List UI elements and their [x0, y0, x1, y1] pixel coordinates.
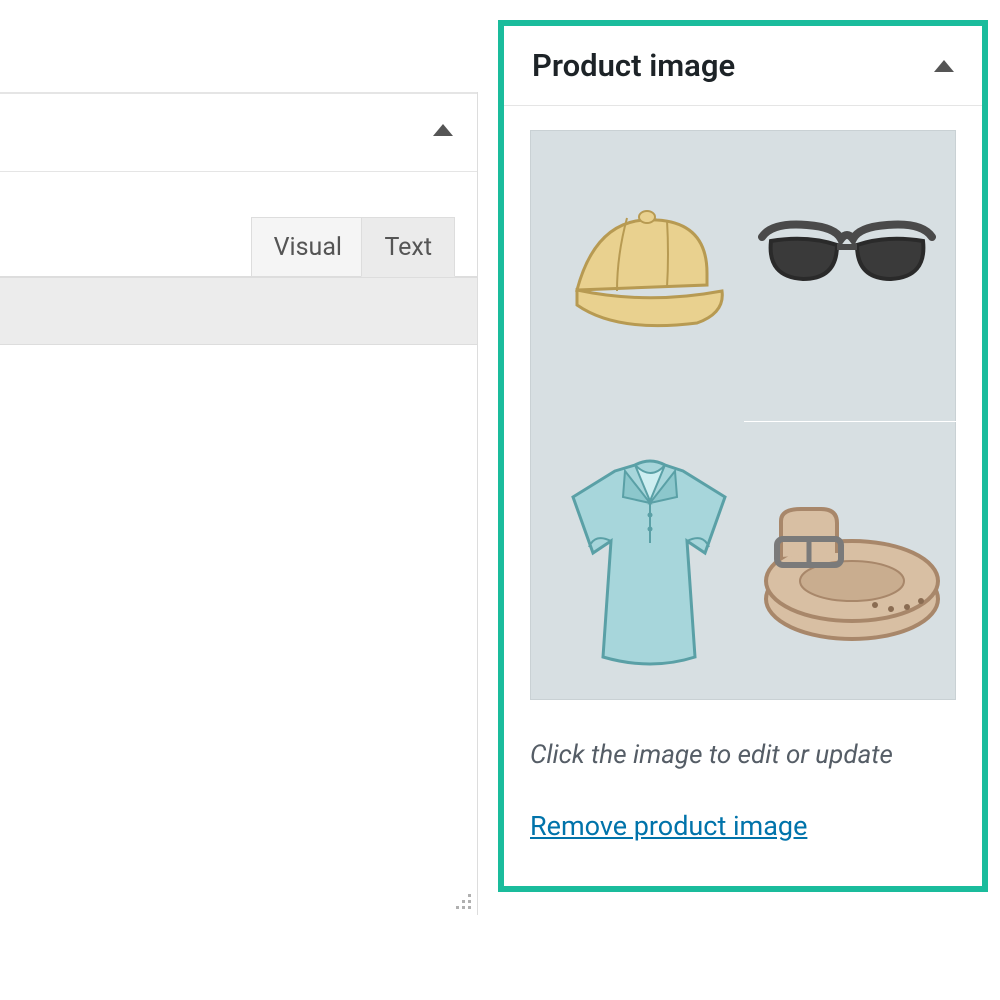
belt-icon — [757, 503, 947, 653]
tab-text[interactable]: Text — [361, 217, 455, 277]
sunglasses-icon — [757, 217, 937, 307]
tab-visual[interactable]: Visual — [251, 217, 365, 277]
collapse-icon[interactable] — [934, 60, 954, 72]
product-image-help-text: Click the image to edit or update — [530, 740, 956, 770]
polo-shirt-icon — [555, 457, 745, 677]
resize-grip-icon[interactable] — [449, 887, 471, 909]
remove-product-image-link[interactable]: Remove product image — [530, 810, 807, 842]
thumbnail-divider — [744, 421, 957, 422]
product-image-header[interactable]: Product image — [504, 26, 982, 106]
cap-icon — [557, 195, 727, 335]
product-image-thumbnail[interactable] — [530, 130, 956, 700]
editor-content-area[interactable] — [0, 345, 477, 915]
editor-metabox-header[interactable] — [0, 92, 477, 172]
product-image-title: Product image — [532, 47, 735, 84]
collapse-icon[interactable] — [433, 124, 453, 136]
editor-toolbar — [0, 277, 477, 345]
product-image-metabox: Product image — [498, 20, 988, 892]
product-image-body: Click the image to edit or update Remove… — [504, 106, 982, 842]
post-editor-panel: Visual Text — [0, 92, 478, 915]
editor-tab-bar: Visual Text — [0, 172, 477, 277]
